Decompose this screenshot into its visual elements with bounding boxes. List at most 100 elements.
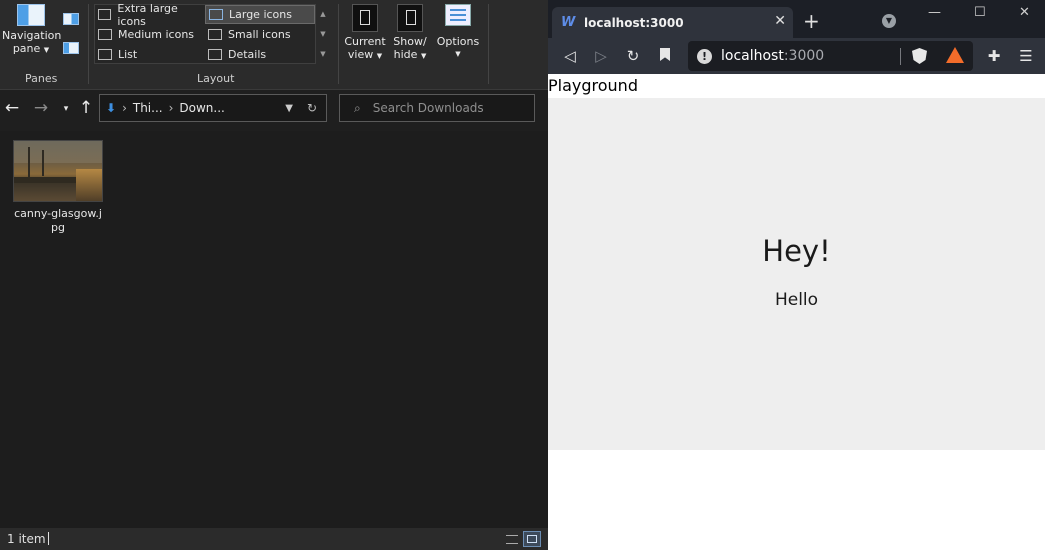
- item-count: 1 item: [7, 532, 46, 546]
- forward-icon[interactable]: ▷: [592, 47, 610, 65]
- extra-large-icons-icon: [98, 9, 112, 20]
- details-icon: [208, 49, 222, 60]
- navigation-bar: ← → ▾ ↑ ⬇ › Thi... › Down... ▼ ↻ ⌕ Searc…: [0, 90, 548, 130]
- close-window-icon[interactable]: ✕: [1019, 5, 1030, 20]
- ribbon-divider: [88, 4, 89, 84]
- refresh-icon[interactable]: ↻: [307, 101, 317, 115]
- url-divider: [900, 48, 901, 65]
- chevron-down-icon: ▼: [43, 46, 50, 54]
- ribbon: Navigation pane ▼ Panes Extra large icon…: [0, 0, 548, 90]
- layout-list[interactable]: List: [95, 45, 205, 64]
- list-icon: [98, 49, 112, 60]
- url-bar[interactable]: ! localhost:3000: [688, 41, 973, 71]
- ribbon-divider: [338, 4, 339, 84]
- chevron-down-icon: ▼: [455, 50, 461, 58]
- layout-large-icons[interactable]: Large icons: [205, 5, 315, 24]
- close-tab-icon[interactable]: ✕: [774, 13, 786, 29]
- expand-gallery-icon[interactable]: ▼: [316, 44, 330, 64]
- bookmark-icon[interactable]: [656, 47, 674, 65]
- medium-icons-icon: [98, 29, 112, 40]
- large-icons-view-icon: [527, 535, 537, 543]
- address-bar[interactable]: ⬇ › Thi... › Down... ▼ ↻: [99, 94, 327, 122]
- status-divider: [48, 532, 49, 545]
- browser-toolbar: ◁ ▷ ↻ ! localhost:3000 ✚ ☰: [548, 38, 1045, 74]
- new-tab-icon[interactable]: +: [803, 9, 820, 33]
- site-info-icon[interactable]: !: [697, 48, 712, 64]
- show-hide-label: Show/: [393, 35, 427, 48]
- current-view-label: Current: [344, 35, 386, 48]
- maximize-icon[interactable]: ☐: [974, 5, 986, 20]
- reload-icon[interactable]: ↻: [624, 47, 642, 65]
- chevron-down-icon: ▼: [420, 52, 427, 60]
- search-placeholder: Search Downloads: [372, 101, 484, 115]
- panes-group-label: Panes: [25, 72, 58, 85]
- layout-small-icons[interactable]: Small icons: [205, 25, 315, 44]
- breadcrumb-downloads[interactable]: Down...: [179, 101, 224, 115]
- current-view-label2: view: [347, 48, 374, 61]
- status-bar: 1 item: [0, 528, 548, 550]
- show-hide-label2: hide: [393, 48, 418, 61]
- downloads-folder-icon: ⬇: [106, 101, 117, 115]
- minimize-icon[interactable]: —: [928, 5, 941, 20]
- file-list: canny-glasgow.jpg: [0, 131, 548, 528]
- navigation-pane-button[interactable]: Navigation pane ▼: [2, 4, 62, 57]
- chevron-right-icon: ›: [122, 101, 127, 115]
- navigation-pane-icon: [17, 4, 45, 26]
- options-button[interactable]: Options ▼: [434, 4, 482, 61]
- navigation-pane-label: Navigation: [2, 29, 62, 42]
- back-icon[interactable]: ◁: [561, 47, 579, 65]
- url-port: :3000: [783, 48, 825, 64]
- extensions-icon[interactable]: ✚: [985, 47, 1003, 65]
- browser-window: W localhost:3000 ✕ + ▼ — ☐ ✕ ◁ ▷ ↻ ! loc…: [548, 0, 1045, 550]
- file-thumbnail: [13, 140, 103, 202]
- menu-icon[interactable]: ☰: [1017, 47, 1035, 65]
- forward-arrow-icon[interactable]: →: [31, 98, 51, 118]
- back-arrow-icon[interactable]: ←: [2, 98, 22, 118]
- page-title: Hey!: [762, 234, 831, 268]
- details-pane-icon[interactable]: [63, 42, 79, 54]
- large-icons-icon: [209, 9, 223, 20]
- layout-gallery: Extra large icons Large icons Medium ico…: [94, 2, 316, 64]
- page-heading: Playground: [548, 76, 638, 95]
- tab-localhost[interactable]: W localhost:3000 ✕: [552, 7, 793, 38]
- search-icon: ⌕: [354, 100, 361, 115]
- large-icons-view-toggle[interactable]: [523, 531, 541, 547]
- file-explorer-window: Navigation pane ▼ Panes Extra large icon…: [0, 0, 548, 550]
- show-hide-icon: [397, 4, 423, 32]
- scroll-up-icon[interactable]: ▲: [316, 4, 330, 24]
- options-label: Options: [436, 35, 480, 48]
- address-dropdown-icon[interactable]: ▼: [285, 103, 293, 114]
- scroll-down-icon[interactable]: ▼: [316, 24, 330, 44]
- navigation-pane-label2: pane: [12, 42, 41, 55]
- layout-group-label: Layout: [197, 72, 235, 85]
- content-card: Hey! Hello: [548, 98, 1045, 450]
- chevron-right-icon: ›: [168, 101, 174, 115]
- breadcrumb-this-pc[interactable]: Thi...: [133, 101, 163, 115]
- site-favicon-icon: W: [561, 14, 576, 30]
- details-view-icon: [506, 535, 518, 544]
- search-downloads-input[interactable]: ⌕ Search Downloads: [339, 94, 535, 122]
- file-item[interactable]: canny-glasgow.jpg: [12, 140, 104, 235]
- show-hide-button[interactable]: Show/ hide ▼: [390, 4, 430, 63]
- file-name: canny-glasgow.jpg: [14, 207, 102, 234]
- up-arrow-icon[interactable]: ↑: [76, 98, 96, 118]
- brave-shields-icon[interactable]: [912, 48, 927, 64]
- tab-search-icon[interactable]: ▼: [882, 14, 896, 28]
- web-page: Playground Hey! Hello: [548, 74, 1045, 550]
- layout-medium-icons[interactable]: Medium icons: [95, 25, 205, 44]
- recent-locations-icon[interactable]: ▾: [56, 104, 76, 114]
- page-subtitle: Hello: [774, 290, 819, 310]
- layout-extra-large-icons[interactable]: Extra large icons: [95, 2, 205, 28]
- preview-pane-icon[interactable]: [63, 13, 79, 25]
- brave-rewards-icon[interactable]: [946, 47, 964, 63]
- tab-strip: W localhost:3000 ✕ + ▼ — ☐ ✕: [548, 0, 1045, 38]
- small-icons-icon: [208, 29, 222, 40]
- current-view-button[interactable]: Current view ▼: [343, 4, 387, 63]
- options-icon: [445, 4, 471, 26]
- chevron-down-icon: ▼: [376, 52, 383, 60]
- current-view-icon: [352, 4, 378, 32]
- layout-gallery-scroll[interactable]: ▲ ▼ ▼: [316, 4, 330, 64]
- url-host: localhost: [721, 48, 784, 64]
- details-view-toggle[interactable]: [502, 531, 520, 547]
- layout-details[interactable]: Details: [205, 45, 315, 64]
